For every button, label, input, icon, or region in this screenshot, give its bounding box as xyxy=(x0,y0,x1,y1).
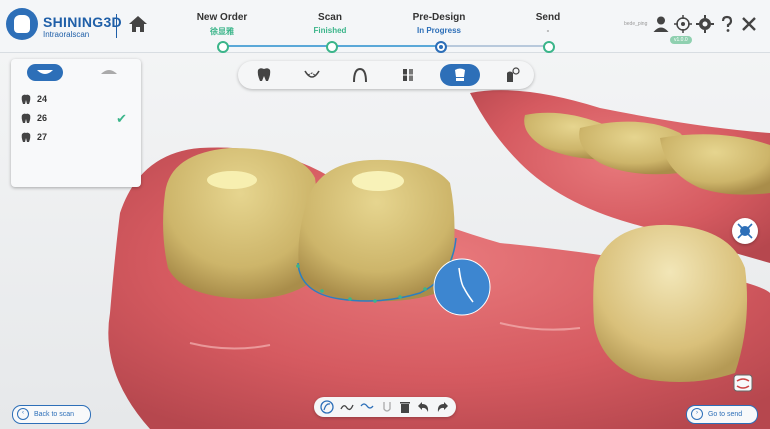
version-badge: v1.0.0 xyxy=(670,36,692,44)
arch-tool[interactable] xyxy=(340,64,380,86)
rotation-handle[interactable] xyxy=(433,258,491,316)
tooth-tool[interactable] xyxy=(244,64,284,86)
tooth-icon xyxy=(21,94,31,104)
step-pre-design[interactable]: Pre-Design In Progress xyxy=(384,12,494,35)
tooth-item-26[interactable]: 26 ✔ xyxy=(19,111,133,127)
next-label: Go to send xyxy=(707,411,743,418)
step-status: In Progress xyxy=(416,26,461,35)
tooth-number: 27 xyxy=(37,132,48,142)
tooth-number: 26 xyxy=(37,113,48,123)
tooth-icon xyxy=(21,132,31,142)
smooth-icon[interactable] xyxy=(360,400,374,414)
adjust-tool[interactable] xyxy=(388,64,428,86)
step-new-order[interactable]: New Order 徐显雅 xyxy=(167,12,277,37)
step-status: - xyxy=(546,26,550,35)
adjust-icon xyxy=(401,69,415,81)
insertion-tool[interactable] xyxy=(492,64,532,86)
brand-subtitle: Intraoralscan xyxy=(43,30,90,39)
step-scan[interactable]: Scan Finished xyxy=(275,12,385,35)
help-icon[interactable] xyxy=(718,15,736,33)
step-status: Finished xyxy=(313,26,347,35)
insertion-icon xyxy=(507,67,520,82)
home-icon[interactable] xyxy=(128,14,148,34)
tooth-number: 24 xyxy=(37,94,48,104)
step-title: Scan xyxy=(318,12,342,23)
step-dot-send xyxy=(543,41,555,53)
view-adjust-button[interactable] xyxy=(732,218,758,244)
curve-icon[interactable] xyxy=(320,400,334,414)
tooth-item-24[interactable]: 24 xyxy=(19,92,133,108)
lower-jaw-tab[interactable] xyxy=(91,64,127,81)
step-title: Send xyxy=(535,12,561,23)
crosshair-icon[interactable] xyxy=(674,15,692,33)
divider xyxy=(116,14,117,38)
tooth-icon xyxy=(21,113,31,123)
jaw-view-icon[interactable] xyxy=(733,374,753,392)
delete-icon[interactable] xyxy=(398,400,412,414)
tooth-icon xyxy=(257,68,271,81)
user-name: bede_ping xyxy=(624,21,648,27)
upper-jaw-tab[interactable] xyxy=(27,64,63,81)
undo-icon[interactable] xyxy=(416,400,430,414)
step-title: New Order xyxy=(196,12,248,23)
crown-icon xyxy=(455,68,465,81)
step-status: 徐显雅 xyxy=(210,27,234,36)
redo-icon[interactable] xyxy=(436,400,450,414)
top-bar: SHINING3D Intraoralscan New Order 徐显雅 Sc… xyxy=(0,0,770,53)
freehand-icon[interactable] xyxy=(340,400,354,414)
step-send[interactable]: Send - xyxy=(493,12,603,35)
edit-toolbar xyxy=(314,397,456,417)
step-title: Pre-Design xyxy=(412,12,466,23)
gear-icon[interactable] xyxy=(696,15,714,33)
design-toolbar xyxy=(238,61,534,89)
back-label: Back to scan xyxy=(33,411,75,418)
brand-name: SHINING3D xyxy=(43,14,122,30)
check-icon: ✔ xyxy=(116,111,127,126)
go-to-send-button[interactable]: › Go to send xyxy=(686,405,758,424)
crown-tool[interactable] xyxy=(440,64,480,86)
margin-line-icon xyxy=(304,70,320,78)
teeth-panel: 24 26 ✔ 27 xyxy=(11,59,141,187)
upper-jaw-icon xyxy=(37,70,53,74)
margin-line-tool[interactable] xyxy=(292,64,332,86)
arch-icon xyxy=(353,67,367,83)
transform-icon xyxy=(737,223,753,239)
back-to-scan-button[interactable]: ‹ Back to scan xyxy=(12,405,91,424)
user-icon[interactable] xyxy=(652,15,670,33)
close-icon[interactable] xyxy=(740,15,758,33)
logo-tooth-icon xyxy=(14,15,30,33)
chevron-right-icon: › xyxy=(691,408,703,421)
chevron-left-icon: ‹ xyxy=(17,408,29,421)
lower-jaw-icon xyxy=(101,70,117,74)
step-dot-pre-design xyxy=(435,41,447,53)
cut-icon[interactable] xyxy=(380,400,394,414)
tooth-item-27[interactable]: 27 xyxy=(19,130,133,146)
step-dot-scan xyxy=(326,41,338,53)
step-dot-new-order xyxy=(217,41,229,53)
